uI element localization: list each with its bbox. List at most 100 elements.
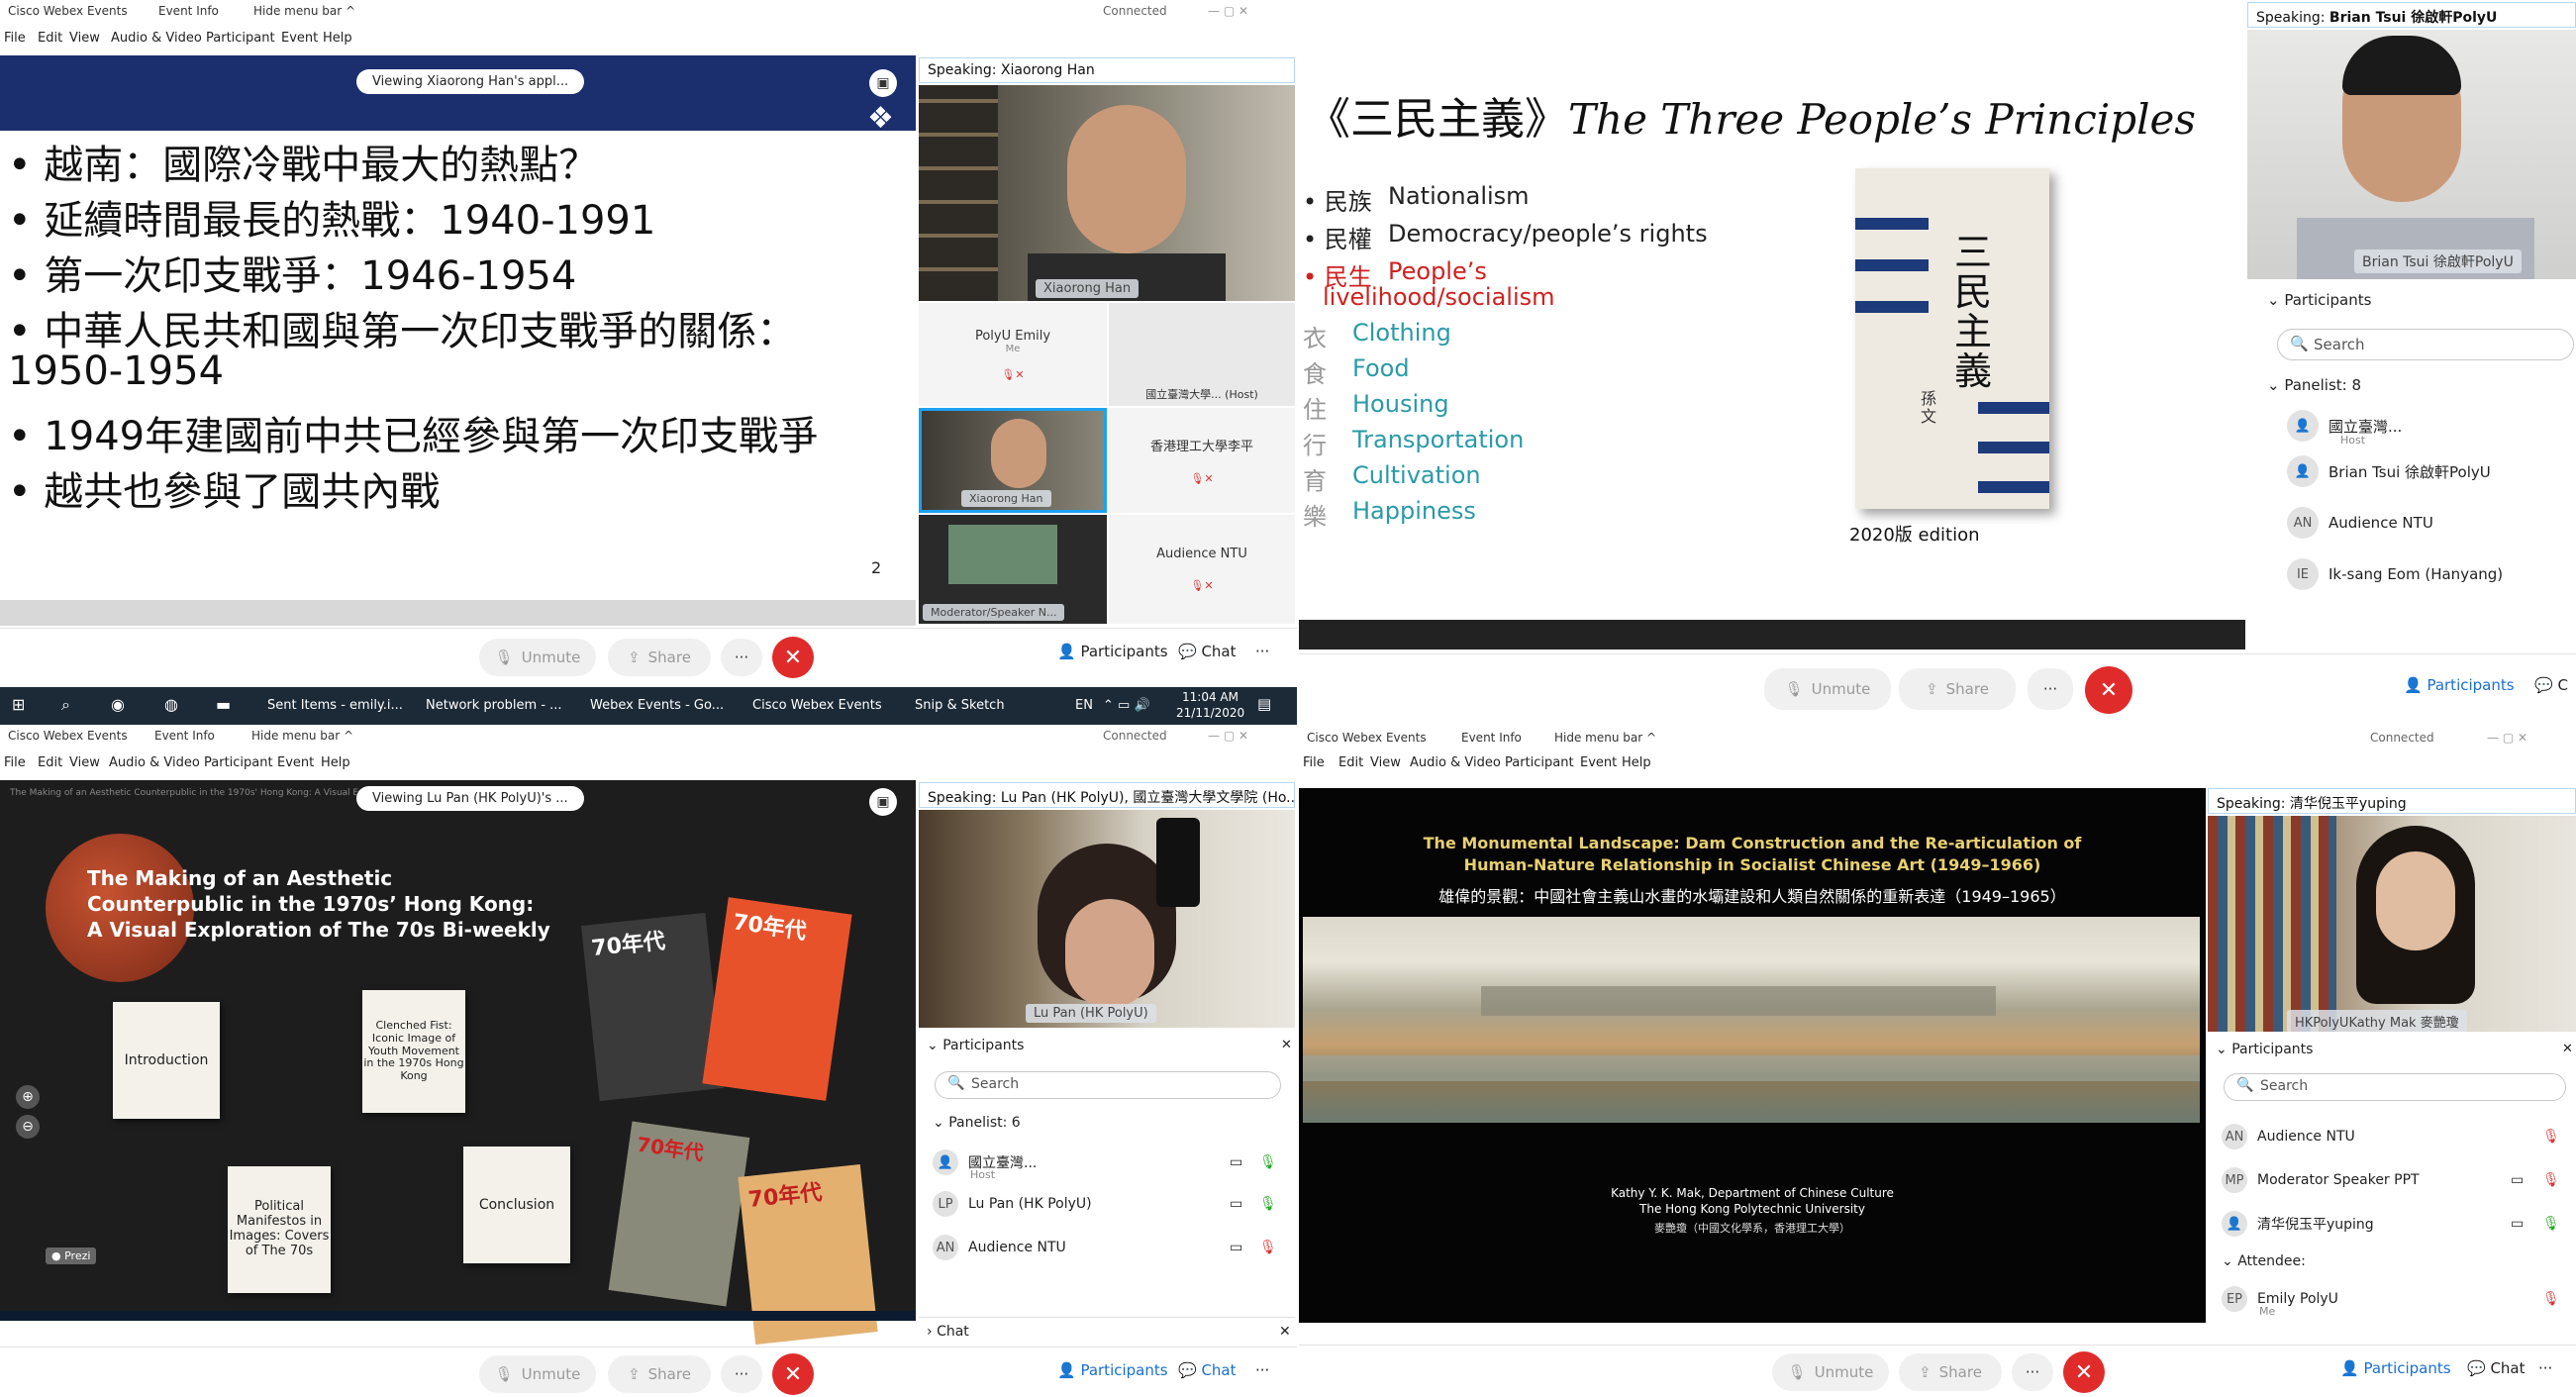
taskbar-item-network[interactable]: Network problem - ... — [426, 698, 562, 713]
participant-row[interactable]: AN Audience NTU 🎙 — [2222, 1117, 2568, 1156]
unmute-button[interactable]: 🎙 Unmute — [1772, 1353, 1889, 1391]
chevron-down-icon[interactable]: ⌄ — [2216, 1042, 2231, 1057]
menu-help[interactable]: Help — [1622, 755, 1651, 770]
menu-file[interactable]: File — [4, 31, 26, 46]
viewing-pill[interactable]: Viewing Xiaorong Han's appl... — [356, 69, 585, 94]
card-conclusion[interactable]: Conclusion — [463, 1147, 570, 1263]
language-indicator[interactable]: EN — [1075, 698, 1093, 713]
menu-audio-video[interactable]: Audio & Video — [1410, 755, 1501, 770]
more-button[interactable]: ··· — [2012, 1353, 2053, 1391]
taskbar-item-cisco-webex[interactable]: Cisco Webex Events — [752, 698, 882, 713]
attendee-header[interactable]: ⌄ Attendee: — [2222, 1253, 2306, 1269]
chrome-icon[interactable]: ◉ — [111, 695, 125, 714]
camera-icon[interactable]: ▭ — [1230, 1240, 1242, 1255]
camera-icon[interactable]: ▭ — [1230, 1154, 1242, 1170]
menu-participant[interactable]: Participant — [1505, 755, 1574, 770]
view-options-icon[interactable]: ▣ — [869, 69, 897, 97]
participant-row[interactable]: AN Audience NTU — [2287, 503, 2574, 543]
event-info-button[interactable]: Event Info — [1461, 731, 1522, 745]
clock-time[interactable]: 11:04 AM — [1182, 690, 1238, 704]
unmute-button[interactable]: 🎙 Unmute — [479, 1355, 596, 1393]
panelist-header[interactable]: ⌄ Panelist: 8 — [2267, 376, 2361, 394]
tile-polyu-emily[interactable]: PolyU Emily Me 🎙✕ — [919, 303, 1107, 406]
hide-menu-button[interactable]: Hide menu bar ^ — [1554, 731, 1656, 745]
panel-more-button[interactable]: ··· — [1255, 643, 1269, 660]
menu-event[interactable]: Event — [1580, 755, 1617, 770]
tile-audience-ntu[interactable]: Audience NTU 🎙✕ — [1109, 515, 1295, 624]
participant-row[interactable]: 👤 Brian Tsui 徐啟軒PolyU — [2287, 451, 2574, 491]
menu-file[interactable]: File — [1303, 755, 1325, 770]
mic-icon[interactable]: 🎙 — [2542, 1216, 2560, 1232]
mic-icon[interactable]: 🎙 — [1259, 1196, 1277, 1212]
viewing-pill[interactable]: Viewing Lu Pan (HK PolyU)'s ... — [356, 786, 584, 811]
mic-icon[interactable]: 🎙 — [1259, 1154, 1277, 1170]
menu-participant[interactable]: Participant — [206, 31, 275, 46]
window-controls[interactable]: — ▢ ✕ — [1208, 4, 1248, 18]
webex-icon[interactable]: ◍ — [164, 695, 178, 714]
menu-view[interactable]: View — [1370, 755, 1401, 770]
magazine-cover-2[interactable]: 70年代 — [702, 897, 852, 1101]
more-button[interactable]: ··· — [721, 639, 762, 676]
search-icon[interactable]: ⌕ — [61, 695, 70, 715]
menu-help[interactable]: Help — [321, 755, 350, 770]
menu-edit[interactable]: Edit — [38, 31, 62, 46]
camera-icon[interactable]: ▭ — [1230, 1196, 1242, 1212]
leave-button[interactable]: ✕ — [772, 1353, 814, 1395]
tile-hk-polyu[interactable]: 香港理工大學李平 🎙✕ — [1109, 408, 1295, 513]
participants-button[interactable]: 👤 Participants — [2404, 676, 2515, 694]
menu-participant[interactable]: Participant — [204, 755, 273, 770]
event-info-button[interactable]: Event Info — [154, 729, 215, 743]
more-button[interactable]: ··· — [721, 1355, 762, 1393]
leave-button[interactable]: ✕ — [2063, 1351, 2105, 1393]
chevron-down-icon[interactable]: ⌄ — [927, 1038, 942, 1053]
close-icon[interactable]: ✕ — [1279, 1324, 1291, 1340]
share-button[interactable]: ⇪ Share — [1899, 1353, 2002, 1391]
share-button[interactable]: ⇪ Share — [1899, 668, 2016, 710]
close-icon[interactable]: ✕ — [2562, 1042, 2573, 1056]
menu-view[interactable]: View — [69, 31, 100, 46]
participant-row[interactable]: AN Audience NTU ▭ 🎙 — [933, 1228, 1289, 1267]
menu-audio-video[interactable]: Audio & Video — [109, 755, 200, 770]
participant-row[interactable]: 👤 國立臺灣... Host ▭ 🎙 — [933, 1143, 1289, 1182]
menu-help[interactable]: Help — [323, 31, 352, 46]
folder-icon[interactable]: ▬ — [216, 695, 231, 714]
panel-more-button[interactable]: ··· — [1255, 1361, 1269, 1379]
window-controls[interactable]: — ▢ ✕ — [1208, 729, 1248, 743]
unmute-button[interactable]: 🎙 Unmute — [1764, 668, 1891, 710]
chat-panel-header[interactable]: › Chat ✕ — [919, 1317, 1295, 1347]
menu-edit[interactable]: Edit — [38, 755, 62, 770]
menu-view[interactable]: View — [69, 755, 100, 770]
close-icon[interactable]: ✕ — [1281, 1038, 1292, 1052]
participant-row[interactable]: 👤 清华倪玉平yuping ▭ 🎙 — [2222, 1204, 2568, 1244]
hide-menu-button[interactable]: Hide menu bar ^ — [251, 729, 353, 743]
chevron-down-icon[interactable]: ⌄ — [2267, 291, 2284, 309]
camera-icon[interactable]: ▭ — [2511, 1172, 2524, 1188]
participants-button[interactable]: 👤 Participants — [2340, 1359, 2451, 1377]
muted-mic-icon[interactable]: 🎙 — [1259, 1240, 1277, 1255]
taskbar-item-outlook[interactable]: Sent Items - emily.i... — [267, 698, 403, 713]
leave-button[interactable]: ✕ — [772, 637, 814, 678]
menu-event[interactable]: Event — [277, 755, 314, 770]
chat-button[interactable]: 💬 Chat — [2467, 1359, 2526, 1377]
tile-ntu-host[interactable]: 國立臺灣大學... (Host) — [1109, 303, 1295, 406]
hide-menu-button[interactable]: Hide menu bar ^ — [253, 4, 355, 18]
search-input[interactable]: 🔍 Search — [2277, 329, 2574, 360]
tile-moderator[interactable]: Moderator/Speaker N... — [919, 515, 1107, 624]
participant-row[interactable]: LP Lu Pan (HK PolyU) ▭ 🎙 — [933, 1184, 1289, 1224]
menu-file[interactable]: File — [4, 755, 26, 770]
leave-button[interactable]: ✕ — [2085, 666, 2132, 714]
taskbar-item-snip[interactable]: Snip & Sketch — [915, 698, 1005, 713]
zoom-in-icon[interactable]: ⊕ — [16, 1085, 40, 1109]
camera-icon[interactable]: ▭ — [2511, 1216, 2524, 1232]
tray-icons[interactable]: ⌃ ▭ 🔊 — [1103, 698, 1150, 713]
unmute-button[interactable]: 🎙 Unmute — [479, 639, 596, 676]
participant-row[interactable]: 👤 國立臺灣... Host — [2287, 406, 2574, 447]
share-button[interactable]: ⇪ Share — [608, 639, 711, 676]
participants-button[interactable]: 👤 Participants — [1057, 643, 1168, 660]
menu-event[interactable]: Event — [281, 31, 318, 46]
participants-button[interactable]: 👤 Participants — [1057, 1361, 1168, 1379]
menu-audio-video[interactable]: Audio & Video — [111, 31, 202, 46]
magazine-cover-1[interactable]: 70年代 — [581, 912, 724, 1102]
window-controls[interactable]: — ▢ ✕ — [2487, 731, 2527, 745]
panelist-header[interactable]: ⌄ Panelist: 6 — [933, 1115, 1021, 1131]
